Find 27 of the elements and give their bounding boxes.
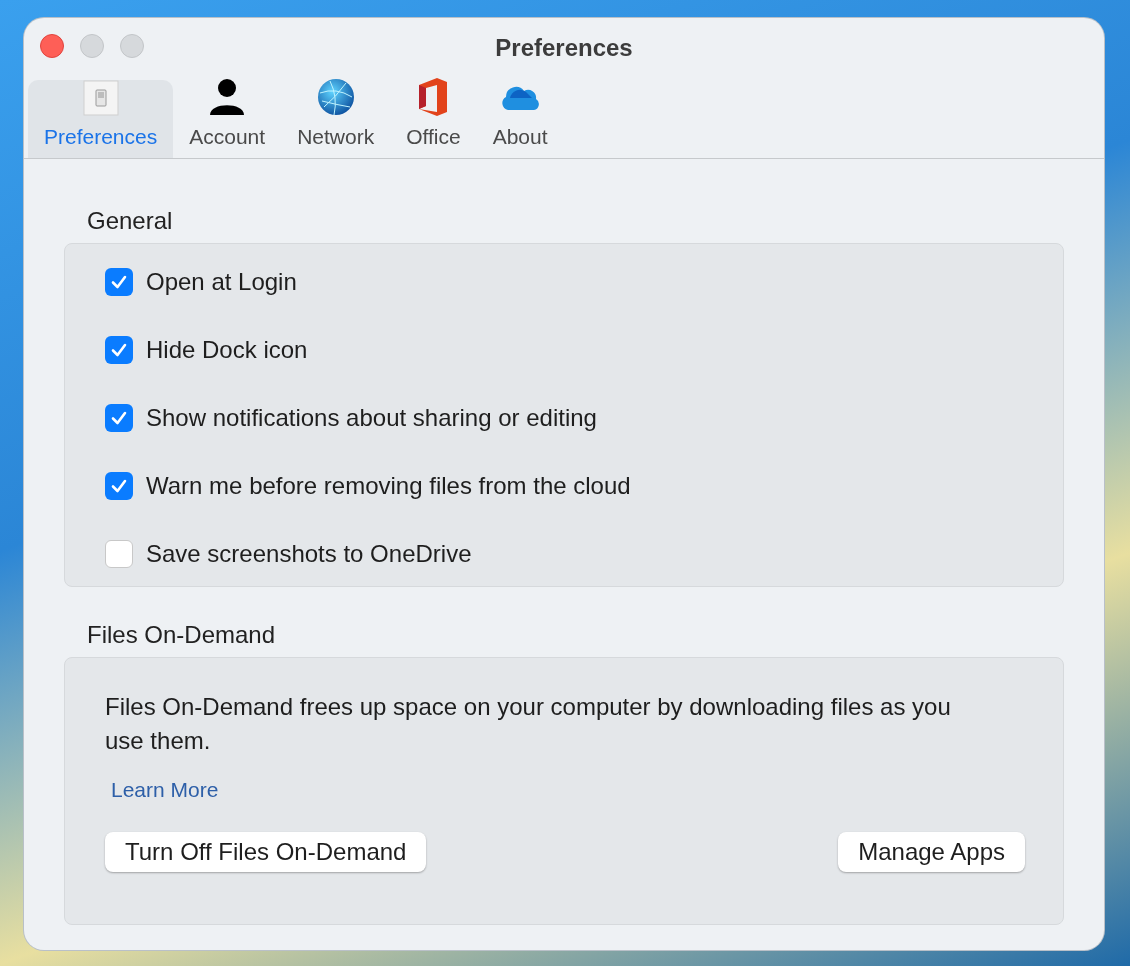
toolbar-tab[interactable]: Office bbox=[390, 80, 477, 158]
option-label: Hide Dock icon bbox=[146, 335, 308, 365]
checkbox[interactable] bbox=[105, 540, 133, 568]
globe-icon bbox=[315, 76, 356, 117]
switch-icon bbox=[82, 80, 119, 117]
toolbar-tab[interactable]: About bbox=[476, 80, 564, 158]
checkbox[interactable] bbox=[105, 268, 133, 296]
push-button[interactable]: Turn Off Files On-Demand bbox=[105, 831, 427, 872]
close-button[interactable] bbox=[40, 34, 64, 58]
description-text: Files On-Demand frees up space on your computer by downloading files as you use them. bbox=[105, 692, 952, 756]
toolbar-tab[interactable]: Preferences bbox=[28, 80, 174, 158]
learn-more-link[interactable]: Learn More bbox=[111, 774, 219, 806]
window-title: Preferences bbox=[495, 33, 633, 63]
option-label: Save screenshots to OneDrive bbox=[146, 539, 472, 569]
section-heading: Files On-Demand bbox=[86, 620, 277, 650]
checkbox[interactable] bbox=[105, 404, 133, 432]
checkbox[interactable] bbox=[105, 472, 133, 500]
push-button[interactable]: Manage Apps bbox=[838, 831, 1025, 872]
section-heading: General bbox=[86, 206, 174, 236]
cloud-icon bbox=[500, 84, 541, 113]
option-label: Warn me before removing files from the cloud bbox=[146, 471, 631, 501]
toolbar-tab[interactable]: Account bbox=[173, 80, 282, 158]
option-label: Open at Login bbox=[146, 267, 297, 297]
toolbar-tab[interactable]: Network bbox=[281, 80, 391, 158]
checkbox[interactable] bbox=[105, 336, 133, 364]
office-logo-icon bbox=[417, 76, 450, 117]
option-label: Show notifications about sharing or editing bbox=[146, 403, 597, 433]
